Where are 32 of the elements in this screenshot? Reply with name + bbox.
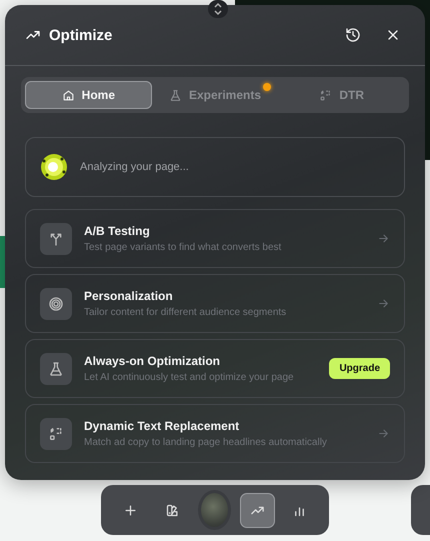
- flask-icon: [48, 360, 64, 376]
- feature-title: Personalization: [84, 289, 174, 303]
- plus-icon: [122, 502, 138, 518]
- panel-title: Optimize: [49, 26, 114, 44]
- feature-card[interactable]: Personalization Tailor content for different audience segments: [25, 274, 405, 333]
- palette-icon: [165, 502, 180, 518]
- target-icon: [48, 296, 64, 312]
- feature-card[interactable]: Dynamic Text Replacement Match ad copy to landing page headlines automatically: [25, 404, 405, 463]
- text-swap-icon: [319, 88, 332, 102]
- upgrade-button[interactable]: Upgrade: [329, 358, 390, 379]
- feature-description: Test page variants to find what converts best: [84, 242, 282, 253]
- history-icon: [345, 27, 361, 43]
- feature-card[interactable]: Always-on Optimization Let AI continuously test and optimize your page Upgrade: [25, 339, 405, 398]
- feature-description: Let AI continuously test and optimize your page: [84, 372, 295, 383]
- split-arrow-icon: [48, 230, 64, 246]
- loading-orb-icon: [40, 153, 68, 181]
- feature-title: Dynamic Text Replacement: [84, 419, 240, 433]
- feature-description: Match ad copy to landing page headlines automatically: [84, 437, 328, 448]
- tab[interactable]: Home: [25, 81, 152, 109]
- toolbar-button[interactable]: [240, 492, 275, 528]
- arrow-right-icon: [377, 232, 390, 245]
- flask-icon: [168, 88, 182, 102]
- text-swap-icon: [48, 426, 64, 442]
- drag-handle[interactable]: [208, 0, 228, 18]
- arrow-right-icon: [377, 427, 390, 440]
- home-icon: [62, 88, 75, 102]
- arrow-right-icon: [377, 297, 390, 310]
- feature-card[interactable]: A/B Testing Test page variants to find what converts best: [25, 209, 405, 268]
- feature-title: A/B Testing: [84, 224, 151, 238]
- feature-title: Always-on Optimization: [84, 354, 222, 368]
- status-text: Analyzing your page...: [80, 161, 189, 173]
- feature-description: Tailor content for different audience segments: [84, 307, 288, 318]
